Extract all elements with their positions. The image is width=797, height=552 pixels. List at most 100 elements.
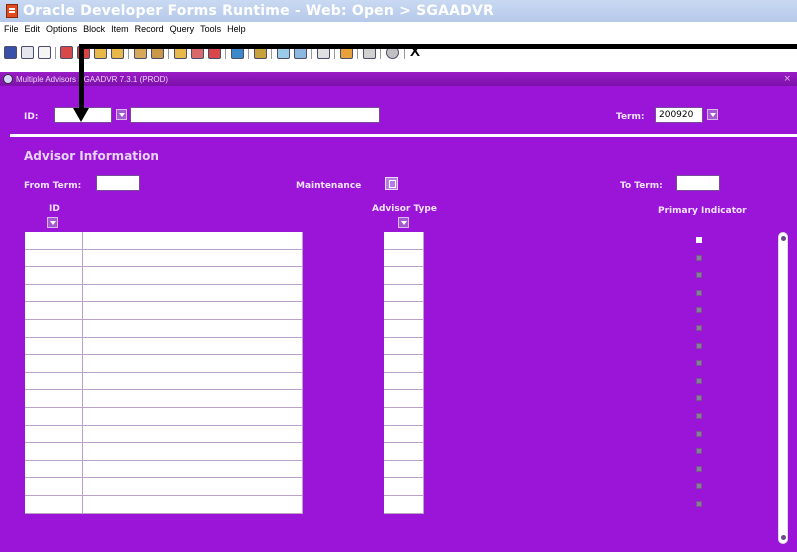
advisor-id-cell[interactable] <box>25 302 83 320</box>
callout-arrow-shaft <box>79 44 84 110</box>
key-block-divider <box>10 134 797 137</box>
primary-indicator-checkbox[interactable] <box>696 483 702 490</box>
form-icon <box>3 74 13 84</box>
advisor-name-cell[interactable] <box>83 355 303 373</box>
advisor-id-cell[interactable] <box>25 320 83 338</box>
menu-help[interactable]: Help <box>227 24 246 34</box>
primary-indicator-checkbox[interactable] <box>696 307 702 314</box>
advisor-type-cell[interactable] <box>384 443 424 461</box>
advisor-type-cell[interactable] <box>384 478 424 496</box>
primary-indicator-checkbox[interactable] <box>696 360 702 367</box>
menu-file[interactable]: File <box>4 24 19 34</box>
form-close-icon[interactable]: × <box>783 74 791 84</box>
id-column-lookup-button[interactable] <box>47 217 58 228</box>
primary-indicator-checkbox[interactable] <box>696 272 702 279</box>
advisor-id-cell[interactable] <box>25 232 83 250</box>
advisor-name-cell[interactable] <box>83 267 303 285</box>
callout-arrow-line <box>79 44 797 49</box>
advisor-name-cell[interactable] <box>83 425 303 444</box>
menu-record[interactable]: Record <box>135 24 164 34</box>
advisor-type-cell[interactable] <box>384 425 424 444</box>
advisor-name-cell[interactable] <box>83 320 303 338</box>
advisor-type-cell[interactable] <box>384 337 424 356</box>
window-title-bar: Oracle Developer Forms Runtime - Web: Op… <box>0 0 797 22</box>
menu-options[interactable]: Options <box>46 24 77 34</box>
advisor-id-cell[interactable] <box>25 337 83 356</box>
advisor-id-cell[interactable] <box>25 460 83 479</box>
from-term-input[interactable] <box>96 175 140 191</box>
advisor-type-cell[interactable] <box>384 232 424 250</box>
to-term-input[interactable] <box>676 175 720 191</box>
save-icon[interactable] <box>4 46 17 59</box>
primary-indicator-checkbox[interactable] <box>696 325 702 331</box>
menu-bar: File Edit Options Block Item Record Quer… <box>0 22 797 36</box>
advisor-name-cell[interactable] <box>83 302 303 320</box>
to-term-label: To Term: <box>620 181 663 191</box>
menu-query[interactable]: Query <box>170 24 195 34</box>
advisor-id-cell[interactable] <box>25 390 83 408</box>
vertical-scrollbar[interactable] <box>778 232 788 544</box>
advisor-id-cell[interactable] <box>25 355 83 373</box>
advisor-name-cell[interactable] <box>83 249 303 268</box>
menu-edit[interactable]: Edit <box>25 24 41 34</box>
primary-indicator-checkbox[interactable] <box>696 465 702 472</box>
advisor-type-cell[interactable] <box>384 408 424 426</box>
primary-indicator-checkbox[interactable] <box>696 448 702 455</box>
id-lookup-button[interactable] <box>116 109 127 120</box>
advisor-type-cell[interactable] <box>384 302 424 320</box>
primary-indicator-checkbox[interactable] <box>696 237 702 243</box>
primary-indicator-checkbox[interactable] <box>696 395 702 402</box>
advisor-name-cell[interactable] <box>83 478 303 496</box>
advisor-id-cell[interactable] <box>25 249 83 268</box>
advisor-name-cell[interactable] <box>83 408 303 426</box>
advisor-id-cell[interactable] <box>25 267 83 285</box>
print-icon[interactable] <box>38 46 51 59</box>
advisor-name-cell[interactable] <box>83 232 303 250</box>
advisor-type-cell[interactable] <box>384 284 424 303</box>
advisor-type-cell[interactable] <box>384 267 424 285</box>
advisor-type-cell[interactable] <box>384 372 424 391</box>
advisor-type-cell[interactable] <box>384 460 424 479</box>
advisor-type-cell[interactable] <box>384 390 424 408</box>
advisor-name-cell[interactable] <box>83 337 303 356</box>
advisor-name-cell[interactable] <box>83 443 303 461</box>
advisor-id-cell[interactable] <box>25 408 83 426</box>
advisor-name-cell[interactable] <box>83 372 303 391</box>
menu-tools[interactable]: Tools <box>200 24 221 34</box>
advisor-name-cell[interactable] <box>83 284 303 303</box>
advisor-id-cell[interactable] <box>25 284 83 303</box>
scroll-up-arrow-icon[interactable] <box>781 236 786 241</box>
term-input[interactable]: 200920 <box>655 107 703 123</box>
primary-indicator-checkbox[interactable] <box>696 377 702 384</box>
scroll-down-arrow-icon[interactable] <box>781 535 786 540</box>
primary-indicator-checkbox[interactable] <box>696 413 702 419</box>
primary-indicator-checkbox[interactable] <box>696 430 702 437</box>
maintenance-button[interactable] <box>385 177 398 190</box>
rollback-icon[interactable] <box>21 46 34 59</box>
primary-indicator-checkbox[interactable] <box>696 254 702 261</box>
advisor-type-cell[interactable] <box>384 320 424 338</box>
advisor-name-cell[interactable] <box>83 460 303 479</box>
primary-indicator-checkbox[interactable] <box>696 501 702 507</box>
maintenance-label: Maintenance <box>296 181 362 191</box>
advisor-id-cell[interactable] <box>25 425 83 444</box>
term-lookup-button[interactable] <box>707 109 718 120</box>
menu-block[interactable]: Block <box>83 24 105 34</box>
advisor-type-cell[interactable] <box>384 355 424 373</box>
insert-record-icon[interactable] <box>60 46 73 59</box>
primary-indicator-checkbox[interactable] <box>696 342 702 349</box>
advisor-id-cell[interactable] <box>25 496 83 514</box>
advisor-type-lookup-button[interactable] <box>398 217 409 228</box>
primary-indicator-checkbox[interactable] <box>696 289 702 296</box>
advisor-name-cell[interactable] <box>83 496 303 514</box>
advisor-id-cell[interactable] <box>25 443 83 461</box>
advisor-type-cell[interactable] <box>384 496 424 514</box>
advisor-name-cell[interactable] <box>83 390 303 408</box>
menu-item[interactable]: Item <box>111 24 129 34</box>
form-title: Multiple Advisors SGAADVR 7.3.1 (PROD) <box>16 74 169 84</box>
id-label: ID: <box>24 112 39 122</box>
advisor-id-cell[interactable] <box>25 372 83 391</box>
advisor-id-cell[interactable] <box>25 478 83 496</box>
oracle-app-icon <box>6 4 18 18</box>
advisor-type-cell[interactable] <box>384 249 424 268</box>
